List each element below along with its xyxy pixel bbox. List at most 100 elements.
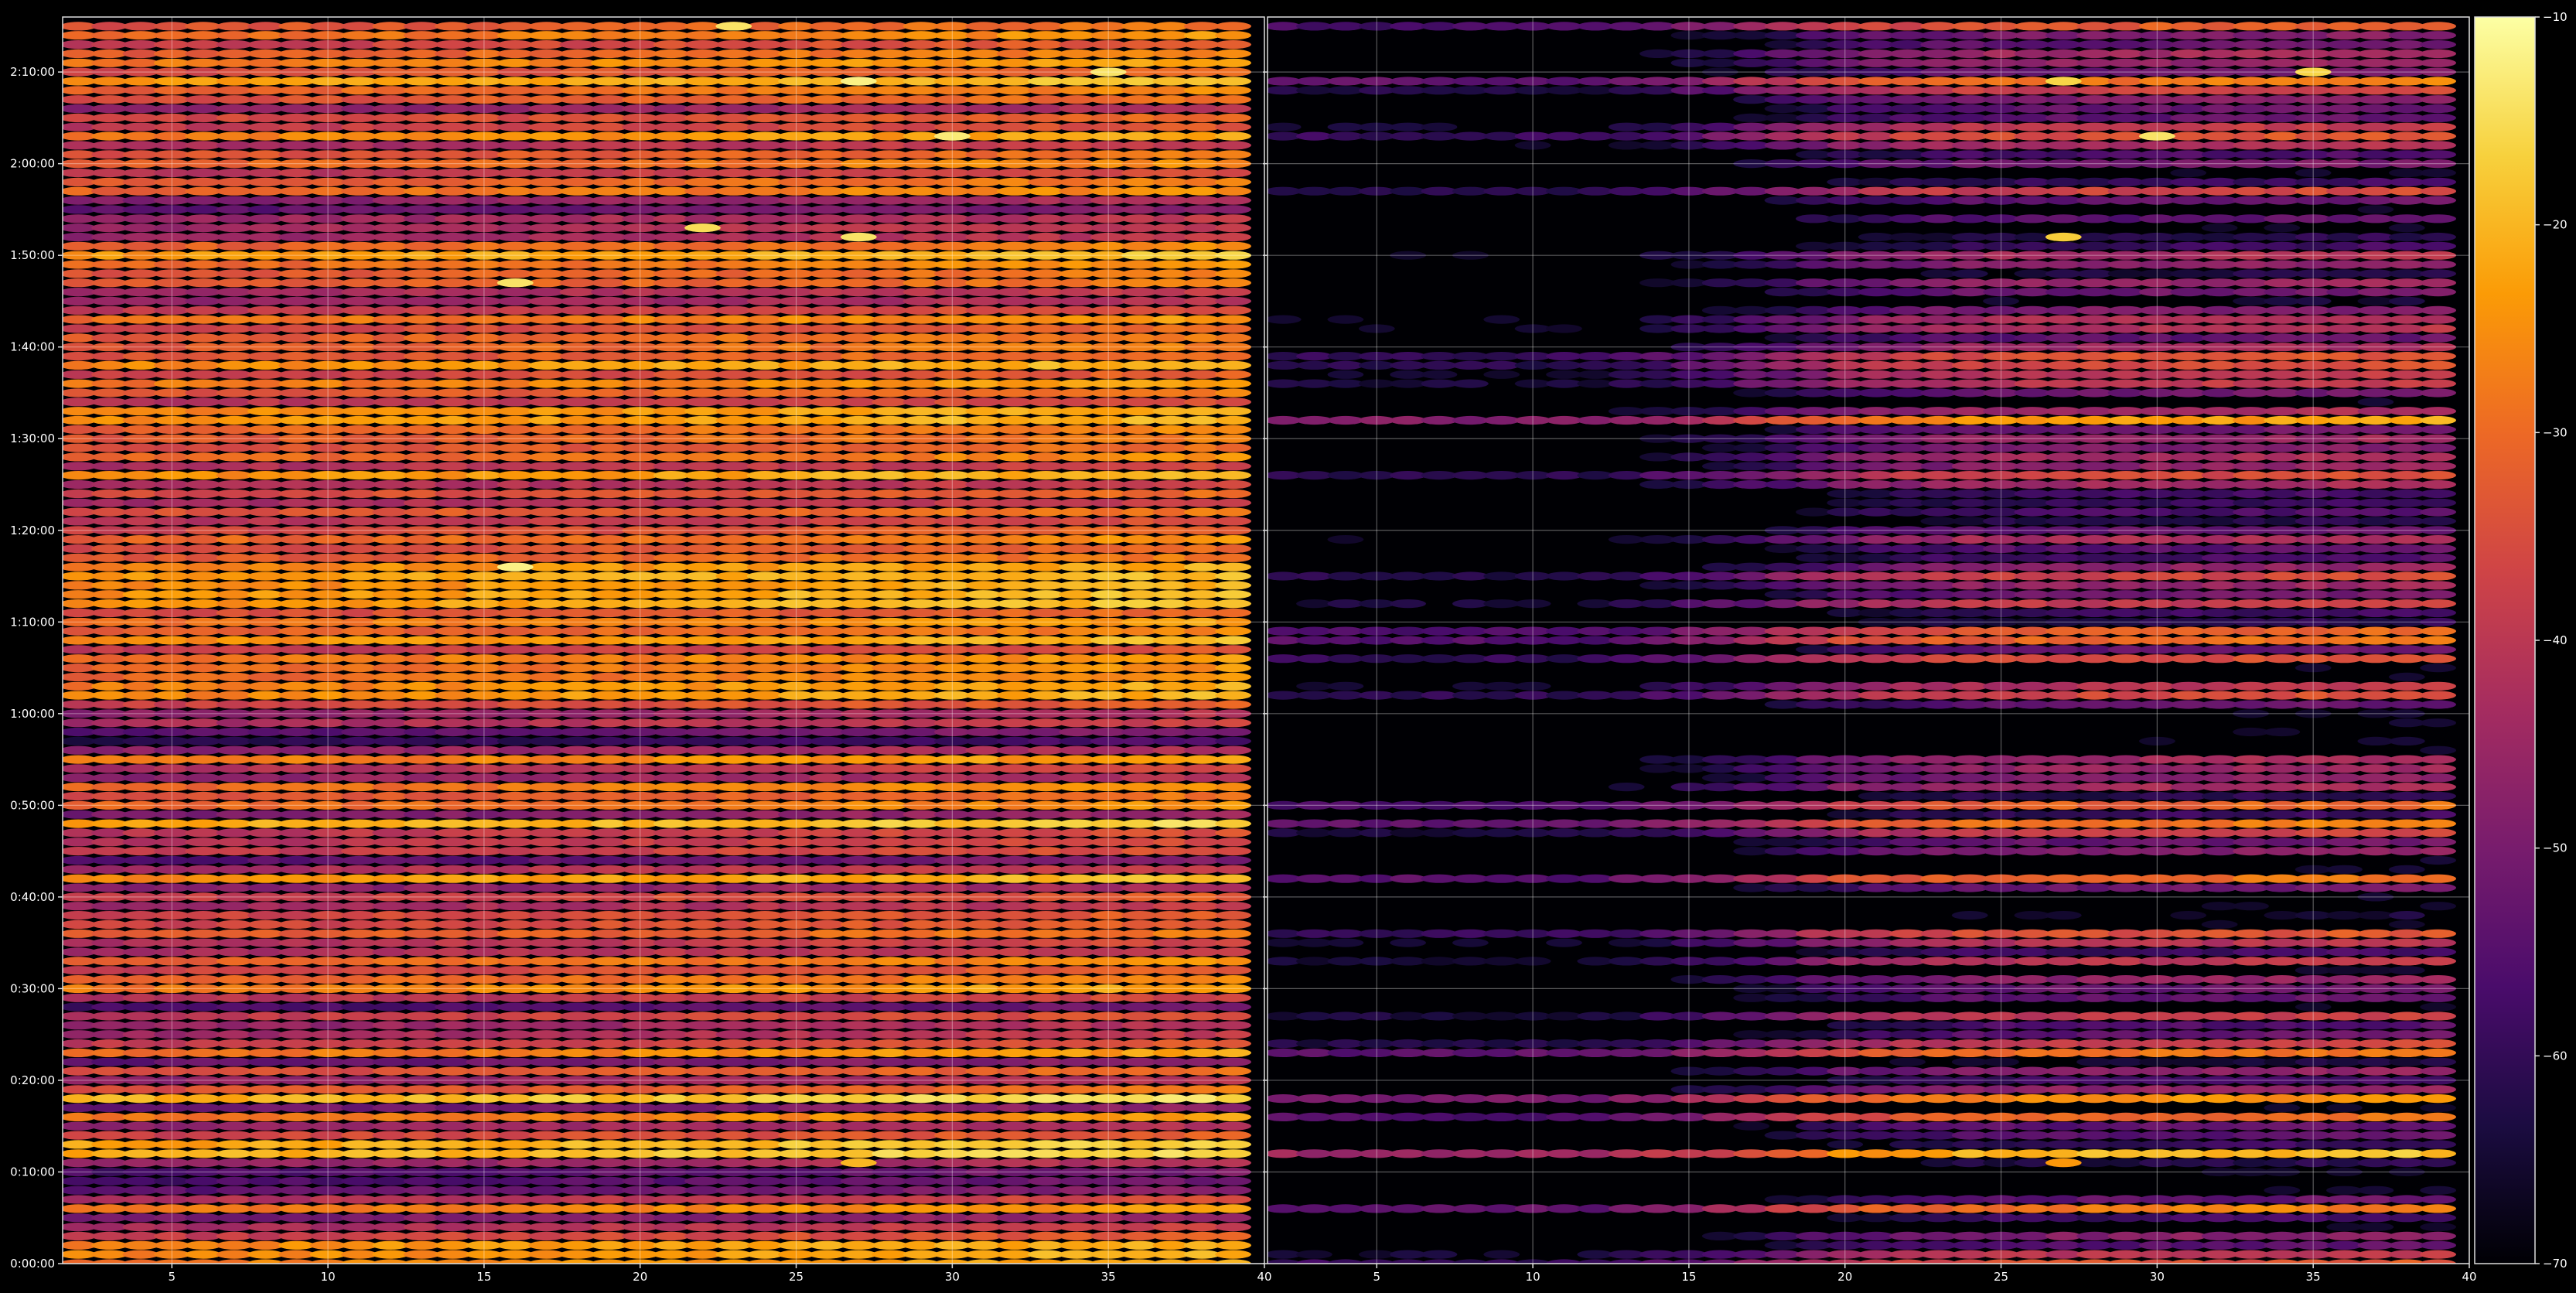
left-heatmap-cell [684, 993, 721, 1002]
left-heatmap-cell [372, 947, 409, 957]
left-heatmap-cell [1059, 379, 1096, 388]
left-heatmap-cell [216, 838, 253, 847]
left-heatmap-cell [746, 544, 783, 554]
left-heatmap-cell [528, 1103, 565, 1113]
left-heatmap-cell [653, 911, 690, 920]
left-heatmap-cell [185, 1039, 221, 1049]
left-heatmap-cell [996, 571, 1033, 581]
left-heatmap-cell [496, 664, 534, 673]
left-heatmap-cell [185, 168, 221, 178]
left-heatmap-cell [715, 205, 752, 214]
left-heatmap-cell [185, 1213, 221, 1223]
left-heatmap-cell [63, 232, 97, 242]
left-heatmap-cell [247, 957, 284, 966]
left-heatmap-cell [372, 131, 409, 141]
left-heatmap-cell [216, 865, 253, 874]
left-heatmap-cell [872, 911, 908, 920]
left-heatmap-cell [247, 1039, 284, 1049]
left-heatmap-cell [996, 1002, 1033, 1012]
left-heatmap-cell [247, 672, 284, 682]
left-heatmap-cell [1215, 581, 1251, 590]
left-heatmap-cell [840, 517, 877, 526]
left-heatmap-cell [746, 828, 783, 838]
left-heatmap-cell [496, 498, 534, 507]
left-heatmap-cell [528, 755, 565, 764]
left-heatmap-cell [715, 407, 752, 416]
left-heatmap-cell [247, 791, 284, 801]
left-heatmap-cell [185, 241, 221, 251]
left-heatmap-cell [496, 636, 534, 645]
left-heatmap-cell [496, 113, 534, 122]
left-heatmap-cell [715, 672, 752, 682]
left-heatmap-cell [372, 288, 409, 297]
left-heatmap-cell [746, 1176, 783, 1186]
left-heatmap-cell [278, 819, 316, 828]
left-heatmap-cell [435, 681, 471, 691]
left-heatmap-cell [1183, 1186, 1220, 1195]
left-heatmap-cell [996, 810, 1033, 819]
left-heatmap-cell [63, 177, 97, 186]
left-heatmap-cell [559, 1121, 596, 1131]
left-heatmap-cell [872, 535, 908, 544]
left-heatmap-cell [122, 993, 159, 1002]
left-heatmap-cell [122, 479, 159, 490]
left-heatmap-cell [91, 1030, 128, 1039]
left-heatmap-cell [996, 672, 1033, 682]
left-heatmap-cell [653, 388, 690, 397]
left-heatmap-cell [528, 425, 565, 435]
left-heatmap-cell [496, 544, 534, 554]
left-heatmap-cell [63, 1002, 97, 1012]
left-heatmap-cell [591, 77, 627, 86]
left-heatmap-cell [247, 947, 284, 957]
left-heatmap-cell [715, 636, 752, 645]
left-heatmap-cell [63, 1158, 97, 1168]
left-heatmap-cell [435, 86, 471, 95]
left-heatmap-cell [435, 1240, 471, 1250]
left-heatmap-cell [1183, 324, 1220, 333]
left-heatmap-cell [1215, 471, 1251, 480]
left-heatmap-cell [809, 828, 846, 838]
left-heatmap-cell [122, 241, 159, 251]
left-heatmap-cell [122, 260, 159, 269]
left-heatmap-cell [435, 462, 471, 471]
left-heatmap-cell [1059, 333, 1096, 343]
left-heatmap-cell [1121, 489, 1158, 499]
left-heatmap-cell [403, 828, 440, 838]
left-heatmap-cell [122, 86, 159, 95]
left-heatmap-cell [91, 479, 128, 490]
left-heatmap-cell [996, 1057, 1033, 1066]
left-heatmap-cell [528, 645, 565, 654]
left-heatmap-cell [996, 1030, 1033, 1039]
left-heatmap-cell [840, 783, 877, 792]
left-heatmap-cell [496, 902, 534, 911]
left-heatmap-cell [91, 553, 128, 562]
left-heatmap-cell [746, 911, 783, 920]
left-heatmap-cell [1121, 957, 1158, 966]
left-heatmap-cell [372, 232, 409, 242]
left-heatmap-cell [902, 443, 940, 452]
left-heatmap-cell [247, 1250, 284, 1259]
left-heatmap-cell [435, 810, 471, 819]
left-heatmap-cell [1028, 333, 1064, 343]
left-heatmap-cell [1215, 773, 1251, 783]
left-heatmap-cell [403, 773, 440, 783]
left-heatmap-cell [872, 1223, 908, 1232]
left-heatmap-cell [746, 507, 783, 517]
left-heatmap-cell [809, 590, 846, 599]
left-heatmap-cell [559, 865, 596, 874]
left-heatmap-cell [372, 919, 409, 929]
left-heatmap-cell [1028, 1121, 1064, 1131]
left-heatmap-cell [341, 1103, 377, 1113]
left-heatmap-cell [1152, 241, 1189, 251]
left-heatmap-cell [247, 1231, 284, 1240]
left-heatmap-cell [1028, 938, 1064, 947]
left-heatmap-cell [341, 177, 377, 186]
left-heatmap-cell [591, 1085, 627, 1094]
left-heatmap-cell [684, 186, 721, 196]
left-heatmap-cell [809, 452, 846, 462]
left-heatmap-cell [372, 966, 409, 975]
left-heatmap-cell [63, 911, 97, 920]
left-heatmap-cell [185, 938, 221, 947]
left-heatmap-cell [965, 1223, 1002, 1232]
left-heatmap-cell [1121, 1149, 1158, 1158]
